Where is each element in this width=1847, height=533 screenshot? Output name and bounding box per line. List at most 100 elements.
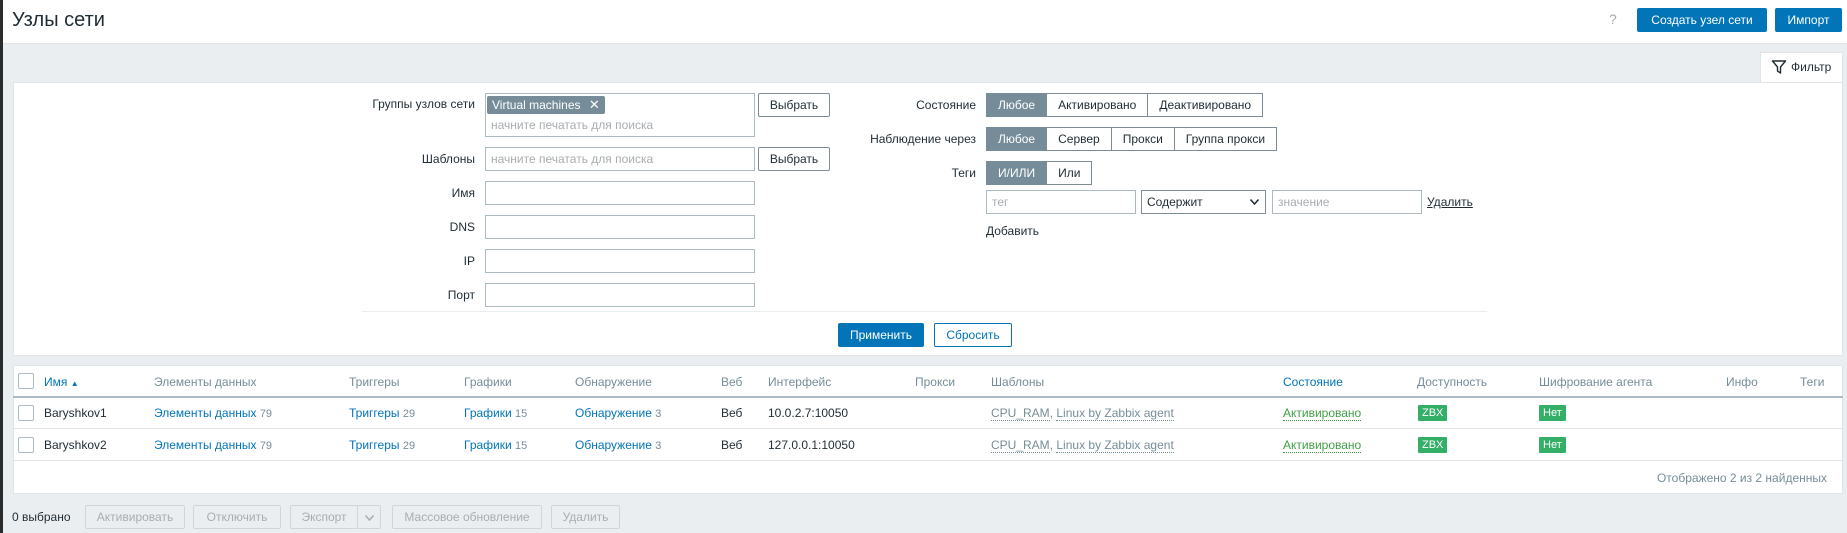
monitored-by-option-any[interactable]: Любое (986, 127, 1048, 151)
items-count: 79 (259, 440, 273, 452)
column-header-info: Инфо (1726, 375, 1758, 389)
items-cell: Элементы данных 79 (154, 406, 272, 420)
selected-count: 0 выбрано (12, 510, 71, 524)
sort-asc-icon: ▲ (70, 379, 79, 388)
items-cell: Элементы данных 79 (154, 438, 272, 452)
status-label: Состояние (916, 98, 976, 112)
template-link[interactable]: CPU_RAM (991, 438, 1050, 453)
monitored-by-option-server[interactable]: Сервер (1046, 127, 1112, 151)
row-divider (13, 428, 1843, 429)
name-input[interactable] (485, 181, 755, 205)
column-header-items: Элементы данных (154, 375, 257, 389)
templates-multiselect[interactable]: начните печатать для поиска (485, 147, 755, 171)
status-cell: Активировано (1283, 406, 1362, 421)
help-icon[interactable]: ? (1609, 11, 1617, 27)
encryption-badge: Нет (1539, 437, 1566, 453)
column-header-web: Веб (721, 375, 743, 389)
template-link[interactable]: CPU_RAM (991, 406, 1050, 421)
row-checkbox[interactable] (18, 437, 34, 453)
items-link[interactable]: Элементы данных (154, 406, 256, 420)
status-toggle-link[interactable]: Активировано (1283, 406, 1362, 421)
filter-panel (13, 82, 1843, 356)
activate-button[interactable]: Активировать (85, 505, 185, 529)
status-option-enabled[interactable]: Активировано (1046, 93, 1149, 117)
column-header-graphs: Графики (464, 375, 512, 389)
interface-cell: 10.0.2.7:10050 (768, 406, 849, 420)
discovery-link[interactable]: Обнаружение (575, 406, 652, 420)
select-all-checkbox[interactable] (18, 373, 34, 389)
import-button[interactable]: Импорт (1775, 8, 1842, 32)
triggers-link[interactable]: Триггеры (349, 406, 400, 420)
export-button[interactable]: Экспорт (290, 505, 358, 529)
graphs-link[interactable]: Графики (464, 438, 512, 452)
reset-button[interactable]: Сбросить (934, 323, 1012, 347)
filter-icon (1771, 60, 1787, 74)
ip-input[interactable] (485, 249, 755, 273)
disable-button[interactable]: Отключить (193, 505, 281, 529)
dns-label: DNS (449, 220, 475, 234)
tags-label: Теги (951, 166, 976, 180)
web-link[interactable]: Веб (721, 406, 742, 420)
discovery-count: 3 (655, 440, 662, 452)
row-checkbox[interactable] (18, 405, 34, 421)
filter-tab[interactable]: Фильтр (1760, 52, 1843, 82)
interface-cell: 127.0.0.1:10050 (768, 438, 855, 452)
monitored-by-option-proxy-group[interactable]: Группа прокси (1173, 127, 1278, 151)
chevron-down-icon (1250, 199, 1259, 205)
tags-option-and-or[interactable]: И/ИЛИ (986, 161, 1048, 185)
triggers-link[interactable]: Триггеры (349, 438, 400, 452)
discovery-link[interactable]: Обнаружение (575, 438, 652, 452)
tag-value-input[interactable]: значение (1272, 190, 1422, 214)
items-count: 79 (259, 408, 273, 420)
tag-operator-select[interactable]: Содержит (1141, 190, 1266, 214)
graphs-cell: Графики 15 (464, 438, 527, 452)
delete-button[interactable]: Удалить (551, 505, 620, 529)
host-group-chip-label: Virtual machines (492, 98, 581, 112)
monitored-by-option-proxy[interactable]: Прокси (1110, 127, 1175, 151)
status-option-any[interactable]: Любое (986, 93, 1048, 117)
add-tag-link[interactable]: Добавить (986, 224, 1039, 238)
mass-update-button[interactable]: Массовое обновление (392, 505, 542, 529)
triggers-cell: Триггеры 29 (349, 438, 415, 452)
tag-placeholder: тег (992, 195, 1009, 209)
column-header-name[interactable]: Имя ▲ (44, 375, 79, 389)
status-option-disabled[interactable]: Деактивировано (1147, 93, 1264, 117)
tags-option-or[interactable]: Или (1046, 161, 1093, 185)
create-host-button[interactable]: Создать узел сети (1637, 8, 1767, 32)
column-header-proxy: Прокси (915, 375, 956, 389)
encryption-badge: Нет (1539, 405, 1566, 421)
templates-cell: CPU_RAM, Linux by Zabbix agent (991, 406, 1174, 421)
template-separator: , (1049, 406, 1054, 420)
graphs-count: 15 (515, 440, 528, 452)
column-header-status[interactable]: Состояние (1283, 375, 1343, 389)
host-name-link[interactable]: Baryshkov1 (44, 406, 107, 420)
export-dropdown-button[interactable] (357, 505, 381, 529)
chip-remove-icon[interactable]: ✕ (589, 97, 600, 112)
status-toggle-link[interactable]: Активировано (1283, 438, 1362, 453)
tag-input[interactable]: тег (986, 190, 1136, 214)
availability-badge: ZBX (1418, 405, 1448, 421)
template-separator: , (1049, 438, 1054, 452)
column-header-name-label: Имя (44, 375, 68, 389)
host-group-chip: Virtual machines ✕ (487, 96, 605, 114)
column-header-discovery: Обнаружение (575, 375, 652, 389)
name-label: Имя (451, 186, 475, 200)
apply-button[interactable]: Применить (838, 323, 924, 347)
graphs-cell: Графики 15 (464, 406, 527, 420)
triggers-count: 29 (402, 440, 416, 452)
template-link[interactable]: Linux by Zabbix agent (1056, 406, 1174, 421)
dns-input[interactable] (485, 215, 755, 239)
column-header-triggers: Триггеры (349, 375, 400, 389)
port-input[interactable] (485, 283, 755, 307)
items-link[interactable]: Элементы данных (154, 438, 256, 452)
column-header-tags: Теги (1800, 375, 1825, 389)
graphs-count: 15 (515, 408, 528, 420)
column-header-encryption: Шифрование агента (1539, 375, 1653, 389)
host-name-link[interactable]: Baryshkov2 (44, 438, 107, 452)
filter-tab-label: Фильтр (1791, 60, 1832, 74)
graphs-link[interactable]: Графики (464, 406, 512, 420)
status-radio-group: Любое Активировано Деактивировано (986, 93, 1264, 117)
web-link[interactable]: Веб (721, 438, 742, 452)
template-link[interactable]: Linux by Zabbix agent (1056, 438, 1174, 453)
remove-tag-link[interactable]: Удалить (1427, 195, 1473, 209)
